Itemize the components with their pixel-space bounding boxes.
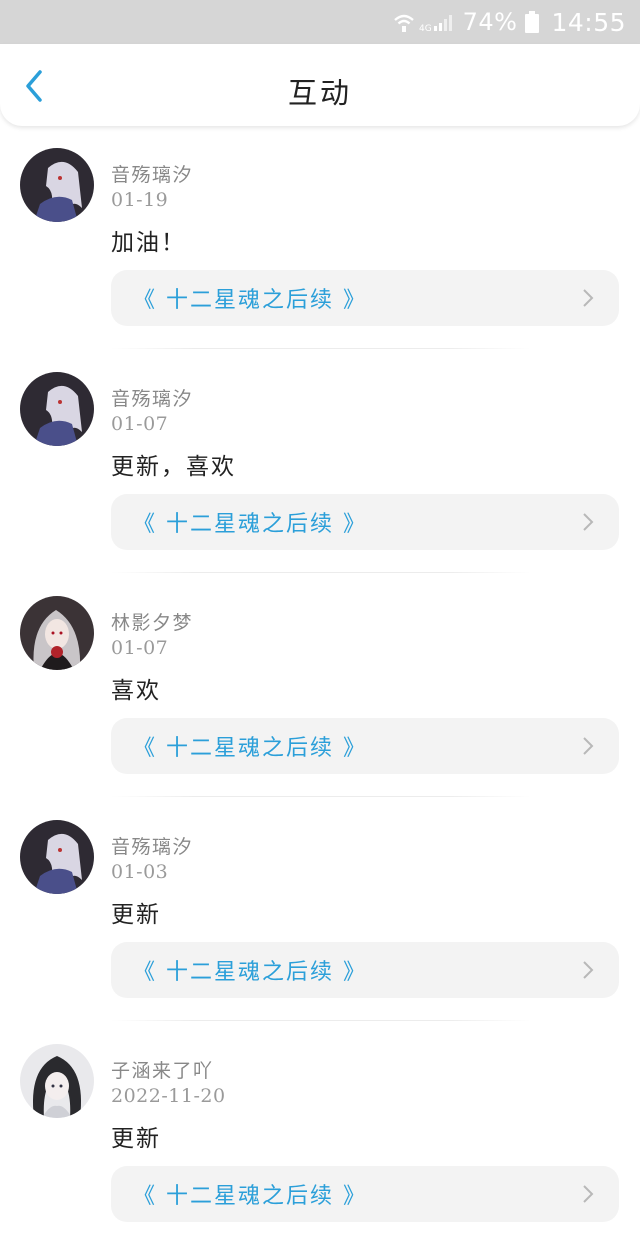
comment-date: 2022-11-20 — [111, 1085, 226, 1107]
comment-text: 更新，喜欢 — [111, 454, 236, 480]
comment-date: 01-07 — [111, 637, 169, 659]
comment-date: 01-19 — [111, 189, 169, 211]
chevron-right-icon — [583, 961, 594, 979]
avatar-white-hair-image — [20, 148, 94, 222]
list-item: 音殇璃汐 01-19 加油！ 《 十二星魂之后续 》 — [0, 126, 640, 350]
book-title: 《 十二星魂之后续 》 — [133, 960, 367, 985]
signal-icon: 4G — [419, 15, 452, 33]
book-title: 《 十二星魂之后续 》 — [133, 288, 367, 313]
book-link[interactable]: 《 十二星魂之后续 》 — [111, 494, 619, 550]
chevron-right-icon — [583, 737, 594, 755]
user-name: 音殇璃汐 — [111, 388, 194, 410]
user-name: 音殇璃汐 — [111, 836, 194, 858]
comment-text: 更新 — [111, 902, 161, 928]
book-link[interactable]: 《 十二星魂之后续 》 — [111, 718, 619, 774]
comment-text: 更新 — [111, 1126, 161, 1152]
book-link[interactable]: 《 十二星魂之后续 》 — [111, 942, 619, 998]
clock: 14:55 — [551, 7, 626, 37]
avatar-white-hair-image — [20, 820, 94, 894]
book-title: 《 十二星魂之后续 》 — [133, 1184, 367, 1209]
divider — [111, 348, 531, 349]
book-title: 《 十二星魂之后续 》 — [133, 512, 367, 537]
nav-bar: 互动 — [0, 44, 640, 126]
status-bar: 4G 74% 14:55 — [0, 0, 640, 44]
divider — [111, 796, 531, 797]
avatar[interactable] — [20, 820, 94, 894]
chevron-right-icon — [583, 1185, 594, 1203]
book-title: 《 十二星魂之后续 》 — [133, 736, 367, 761]
user-name: 子涵来了吖 — [111, 1060, 214, 1082]
divider — [111, 572, 531, 573]
user-name: 林影夕梦 — [111, 612, 194, 634]
avatar[interactable] — [20, 1044, 94, 1118]
list-item: 音殇璃汐 01-07 更新，喜欢 《 十二星魂之后续 》 — [0, 350, 640, 574]
chevron-right-icon — [583, 289, 594, 307]
comment-date: 01-07 — [111, 413, 169, 435]
book-link[interactable]: 《 十二星魂之后续 》 — [111, 270, 619, 326]
battery-icon — [525, 11, 540, 33]
battery-percent: 74% — [462, 8, 518, 36]
wifi-icon — [393, 14, 414, 32]
avatar-dark-hair-image — [20, 1044, 94, 1118]
avatar[interactable] — [20, 148, 94, 222]
avatar[interactable] — [20, 596, 94, 670]
avatar-white-hair-image — [20, 372, 94, 446]
comment-date: 01-03 — [111, 861, 169, 883]
list-item: 子涵来了吖 2022-11-20 更新 《 十二星魂之后续 》 — [0, 1022, 640, 1246]
comment-text: 加油！ — [111, 230, 186, 256]
comment-feed[interactable]: 音殇璃汐 01-19 加油！ 《 十二星魂之后续 》 音殇璃汐 01-07 更新… — [0, 126, 640, 1246]
divider — [111, 1020, 531, 1021]
avatar[interactable] — [20, 372, 94, 446]
list-item: 音殇璃汐 01-03 更新 《 十二星魂之后续 》 — [0, 798, 640, 1022]
book-link[interactable]: 《 十二星魂之后续 》 — [111, 1166, 619, 1222]
user-name: 音殇璃汐 — [111, 164, 194, 186]
chevron-right-icon — [583, 513, 594, 531]
page-title: 互动 — [287, 76, 352, 110]
list-item: 林影夕梦 01-07 喜欢 《 十二星魂之后续 》 — [0, 574, 640, 798]
avatar-rose-girl-image — [20, 596, 94, 670]
comment-text: 喜欢 — [111, 678, 161, 704]
network-type-label: 4G — [419, 24, 432, 33]
